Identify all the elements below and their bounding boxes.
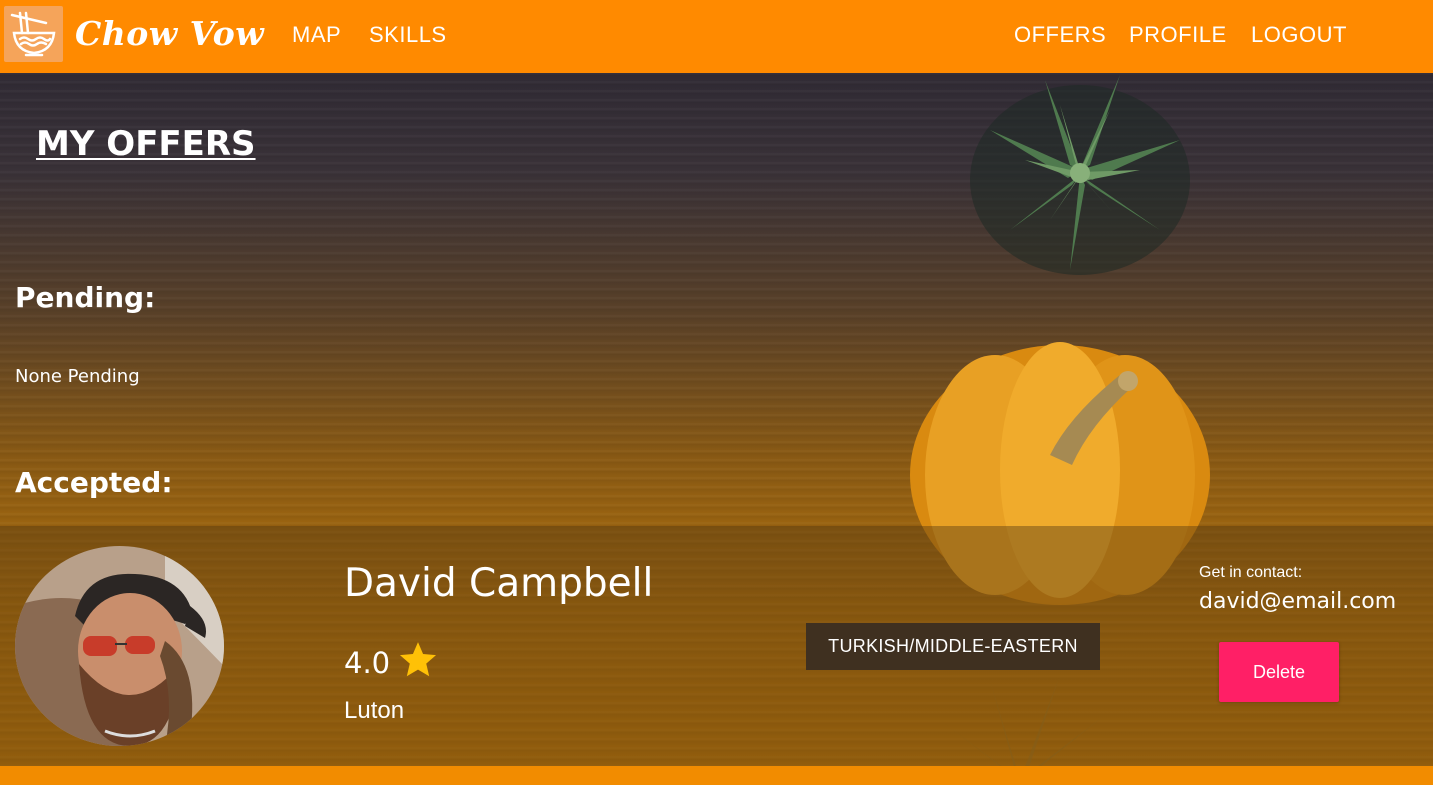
nav-link-offers[interactable]: OFFERS [1014, 22, 1106, 48]
offer-card: David Campbell 4.0 Luton TURKISH/MIDDLE-… [0, 526, 1433, 766]
delete-button[interactable]: Delete [1219, 642, 1339, 702]
person-name: David Campbell [344, 561, 654, 606]
nav-link-logout[interactable]: LOGOUT [1251, 22, 1347, 48]
next-card-edge [0, 766, 1433, 785]
nav-link-profile[interactable]: PROFILE [1129, 22, 1227, 48]
succulent-plant-image [970, 75, 1190, 275]
cuisine-tag: TURKISH/MIDDLE-EASTERN [806, 623, 1100, 670]
star-icon [399, 642, 437, 677]
nav-link-map[interactable]: MAP [292, 22, 341, 48]
pending-heading: Pending: [15, 281, 156, 314]
nav-link-skills[interactable]: SKILLS [369, 22, 447, 48]
accepted-heading: Accepted: [15, 466, 173, 499]
contact-label: Get in contact: [1199, 564, 1303, 581]
rating-value: 4.0 [344, 646, 391, 680]
location-text: Luton [344, 697, 405, 724]
avatar [15, 546, 224, 746]
noodle-bowl-icon [10, 11, 55, 57]
profile-photo [15, 546, 224, 746]
logo[interactable] [4, 6, 63, 62]
page-title: MY OFFERS [36, 124, 256, 164]
pending-empty-text: None Pending [15, 366, 140, 387]
contact-email[interactable]: david@email.com [1199, 589, 1396, 614]
brand-name[interactable]: Chow Vow [75, 14, 264, 53]
navbar: Chow Vow MAP SKILLS OFFERS PROFILE LOGOU… [0, 0, 1433, 73]
